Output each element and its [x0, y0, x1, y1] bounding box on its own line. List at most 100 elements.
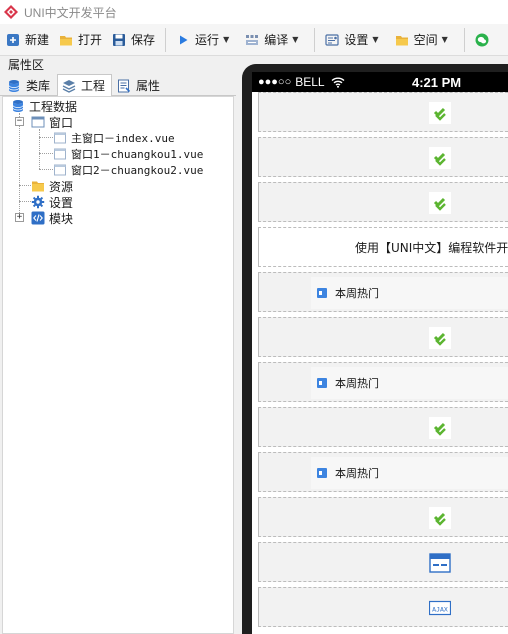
properties-sheet-icon [118, 79, 131, 92]
text-component-label: 使用【UNI中文】编程软件开发 [355, 240, 508, 255]
tree-item-window-2[interactable]: 窗口2－chuangkou2.vue [53, 162, 203, 178]
toolbar-separator [463, 27, 465, 52]
image-placeholder-icon [429, 417, 451, 439]
list-bullet-icon [317, 378, 327, 388]
folder-open-icon [60, 35, 73, 45]
list-item-content: 本周热门 [311, 457, 508, 489]
image-placeholder-icon [429, 507, 451, 529]
settings-button[interactable]: 设置 ▼ [321, 28, 388, 52]
folder-icon [395, 35, 408, 45]
settings-dropdown-arrow-icon[interactable]: ▼ [372, 35, 378, 44]
window-icon [31, 116, 45, 128]
main-toolbar: 新建 打开 保存 运行 ▼ 编译 ▼ 设置 ▼ 空间 ▼ [0, 24, 508, 56]
tab-properties-label: 属性 [136, 79, 161, 93]
image-placeholder-icon [429, 327, 451, 349]
tree-item-modules[interactable]: 模块 [31, 210, 73, 226]
image-component[interactable] [258, 137, 508, 177]
list-item-component[interactable]: 本周热门 [258, 452, 508, 492]
code-module-icon [31, 211, 45, 225]
run-button[interactable]: 运行 ▼ [172, 28, 239, 52]
phone-frame: ●●●○○ BELL 4:21 PM 使用【UNI中文】编程软件开发 本周热门 … [242, 64, 508, 634]
tab-properties[interactable]: 属性 [112, 75, 167, 95]
list-item-component[interactable]: 本周热门 [258, 362, 508, 402]
tab-library[interactable]: 类库 [2, 75, 57, 95]
tree-item-main-window[interactable]: 主窗口－index.vue [53, 130, 175, 146]
tab-library-label: 类库 [26, 79, 51, 93]
list-item-label: 本周热门 [335, 377, 379, 390]
tree-item-label: 模块 [49, 211, 74, 226]
page-icon [54, 132, 66, 144]
new-file-icon [7, 33, 19, 46]
database-icon [12, 100, 24, 112]
gear-icon [31, 195, 45, 209]
list-item-component[interactable]: 本周热门 [258, 272, 508, 312]
wifi-icon [331, 77, 345, 88]
image-placeholder-icon [429, 147, 451, 169]
window-title: UNI中文开发平台 [24, 5, 117, 20]
tree-connector [39, 153, 53, 154]
image-component[interactable] [258, 182, 508, 222]
collapse-toggle-icon[interactable]: − [15, 117, 24, 126]
run-button-label: 运行 [195, 33, 220, 47]
tree-item-label: 主窗口－index.vue [71, 132, 175, 145]
space-button[interactable]: 空间 ▼ [391, 28, 458, 52]
compile-button[interactable]: 编译 ▼ [241, 28, 308, 52]
status-time: 4:21 PM [412, 74, 462, 90]
app-logo-icon [4, 5, 18, 19]
save-disk-icon [113, 33, 126, 46]
text-component[interactable]: 使用【UNI中文】编程软件开发 [258, 227, 508, 267]
wechat-button[interactable] [471, 28, 498, 52]
tree-item-project-data[interactable]: 工程数据 [11, 98, 77, 114]
tab-project[interactable]: 工程 [57, 74, 113, 96]
image-component[interactable] [258, 317, 508, 357]
image-component[interactable] [258, 407, 508, 447]
tree-connector [19, 185, 31, 186]
phone-status-bar: ●●●○○ BELL 4:21 PM [252, 72, 508, 92]
page-icon [54, 164, 66, 176]
tree-item-label: 设置 [49, 195, 74, 210]
list-item-content: 本周热门 [311, 367, 508, 399]
run-dropdown-arrow-icon[interactable]: ▼ [223, 35, 229, 44]
tree-item-label: 窗口2－chuangkou2.vue [71, 164, 204, 177]
webview-component[interactable] [258, 542, 508, 582]
tree-connector [39, 129, 40, 169]
page-icon [54, 148, 66, 160]
toolbar-separator [314, 27, 316, 52]
folder-icon [32, 181, 44, 192]
space-dropdown-arrow-icon[interactable]: ▼ [442, 35, 448, 44]
tree-connector [39, 137, 53, 138]
panel-header: 属性区 [8, 58, 45, 72]
tree-item-windows[interactable]: 窗口 [31, 114, 73, 130]
tree-item-window-1[interactable]: 窗口1－chuangkou1.vue [53, 146, 203, 162]
space-button-label: 空间 [413, 33, 438, 47]
tree-item-settings[interactable]: 设置 [31, 194, 73, 210]
list-item-label: 本周热门 [335, 467, 379, 480]
expand-toggle-icon[interactable]: + [15, 213, 24, 222]
signal-strength-indicator: ●●●○○ [258, 76, 292, 88]
browser-window-icon [429, 553, 451, 573]
list-bullet-icon [317, 468, 327, 478]
image-placeholder-icon [429, 192, 451, 214]
design-canvas: ●●●○○ BELL 4:21 PM 使用【UNI中文】编程软件开发 本周热门 … [241, 56, 508, 634]
image-component[interactable] [258, 92, 508, 132]
project-tree: 工程数据 − 窗口 主窗口－index.vue 窗口1－chuangkou1.v… [2, 96, 234, 634]
list-item-content: 本周热门 [311, 277, 508, 309]
open-button[interactable]: 打开 [55, 28, 106, 52]
new-button-label: 新建 [25, 33, 50, 47]
image-placeholder-icon [429, 102, 451, 124]
tree-item-resources[interactable]: 资源 [31, 178, 73, 194]
tab-project-label: 工程 [81, 79, 106, 93]
tree-item-label: 工程数据 [29, 99, 78, 114]
tree-item-label: 资源 [49, 179, 74, 194]
property-area-panel: 属性区 类库 工程 属性 工程数据 − 窗口 主窗口－index.vue 窗口1… [0, 56, 236, 634]
ajax-component[interactable]: AJAX [258, 587, 508, 627]
image-component[interactable] [258, 497, 508, 537]
panel-tabs: 类库 工程 属性 [0, 74, 236, 96]
save-button[interactable]: 保存 [108, 28, 159, 52]
save-button-label: 保存 [131, 33, 156, 47]
compile-dropdown-arrow-icon[interactable]: ▼ [292, 35, 298, 44]
play-icon [180, 35, 188, 44]
tree-connector [39, 169, 53, 170]
new-button[interactable]: 新建 [2, 28, 53, 52]
ajax-icon: AJAX [429, 600, 451, 616]
